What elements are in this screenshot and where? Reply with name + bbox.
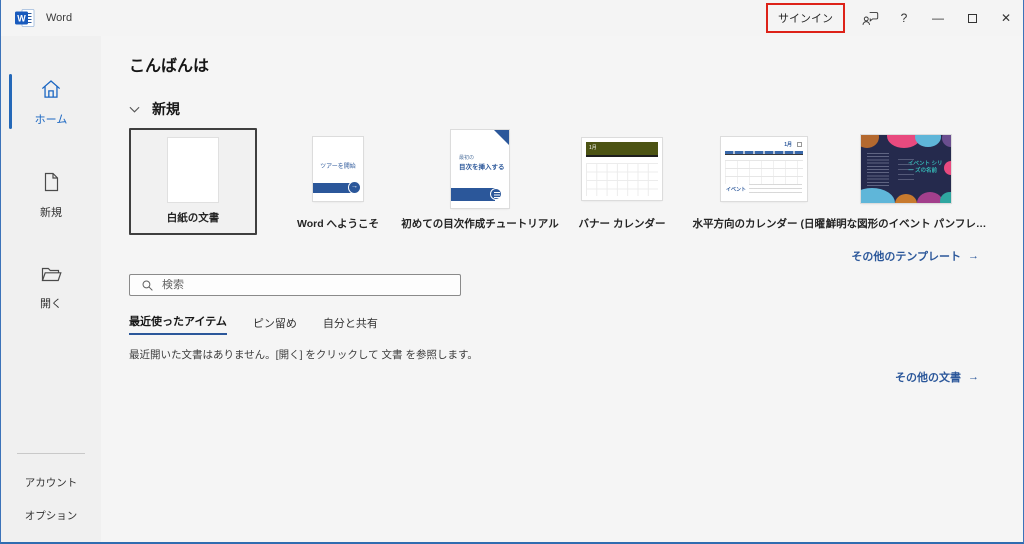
- template-label: Word へようこそ: [297, 216, 379, 231]
- search-box[interactable]: [129, 274, 461, 296]
- template-toc-tutorial[interactable]: 最初の 目次を挿入する 初めての目次作成チュートリアル: [409, 128, 551, 231]
- app-body: ホーム 新規 開く アカウント オプション: [1, 36, 1023, 542]
- more-templates-label: その他のテンプレート: [851, 248, 961, 264]
- brochure-thumbnail: イベント シリー ズの名前: [861, 135, 951, 203]
- template-label: バナー カレンダー: [579, 216, 666, 231]
- blob: [861, 135, 879, 148]
- minimize-button[interactable]: —: [921, 0, 955, 36]
- search-icon: [141, 279, 154, 292]
- more-documents-link[interactable]: その他の文書 →: [895, 369, 979, 385]
- app-title: Word: [46, 12, 72, 24]
- thumb-text: 最初の: [459, 154, 474, 161]
- event-lines: [749, 184, 802, 194]
- arrow-circle-icon: →: [348, 181, 361, 194]
- banner-calendar-thumbnail: 1月: [582, 138, 662, 200]
- word-app-icon: W: [15, 9, 35, 27]
- thumb-banner-bar: →: [313, 183, 353, 193]
- sidebar-item-open-label: 開く: [40, 295, 62, 311]
- blob: [944, 161, 951, 175]
- weekday-band: [725, 151, 803, 155]
- sidebar-item-account[interactable]: アカウント: [25, 466, 78, 499]
- blob: [942, 135, 951, 147]
- sidebar: ホーム 新規 開く アカウント オプション: [1, 36, 101, 542]
- template-event-brochure[interactable]: イベント シリー ズの名前 鮮明な図形のイベント パンフレ…: [835, 128, 977, 231]
- feedback-button[interactable]: [853, 0, 887, 36]
- signin-annotation-box: サインイン: [766, 3, 845, 33]
- maximize-button[interactable]: [955, 0, 989, 36]
- main-content: こんばんは 新規 白紙の文書 ツアーを開始: [101, 36, 1023, 542]
- more-templates-link[interactable]: その他のテンプレート →: [851, 248, 979, 264]
- more-documents-label: その他の文書: [895, 369, 961, 385]
- svg-text:W: W: [17, 14, 26, 24]
- empty-recent-message: 最近開いた文書はありません。[開く] をクリックして 文書 を参照します。: [129, 347, 979, 362]
- close-button[interactable]: ✕: [989, 0, 1023, 36]
- event-text: イベント: [726, 186, 746, 193]
- arrow-right-icon: →: [968, 250, 979, 262]
- toc-tutorial-thumbnail: 最初の 目次を挿入する: [451, 130, 509, 208]
- template-label: 水平方向のカレンダー (日曜…: [693, 216, 836, 231]
- new-document-icon: [39, 169, 63, 195]
- thumb-area: ツアーを開始 →: [313, 128, 363, 210]
- more-documents-row: その他の文書 →: [129, 369, 979, 385]
- blank-page-thumbnail: [168, 138, 218, 202]
- welcome-thumbnail: ツアーを開始 →: [313, 137, 363, 201]
- greeting-heading: こんばんは: [129, 52, 979, 76]
- template-horizontal-calendar[interactable]: 1月 イベント 水平方向のカレンダー (日曜…: [693, 128, 835, 231]
- thumb-area: イベント シリー ズの名前: [861, 128, 951, 210]
- title-bar: W Word サインイン ? — ✕: [1, 0, 1023, 36]
- thumb-text: 目次を挿入する: [459, 161, 505, 171]
- blob: [940, 192, 951, 203]
- more-templates-row: その他のテンプレート →: [129, 248, 979, 264]
- template-label: 白紙の文書: [167, 210, 220, 225]
- help-button[interactable]: ?: [887, 0, 921, 36]
- template-banner-calendar[interactable]: 1月 バナー カレンダー: [551, 128, 693, 231]
- word-start-window: W Word サインイン ? — ✕: [0, 0, 1024, 544]
- calendar-grid: [586, 163, 658, 196]
- template-welcome-to-word[interactable]: ツアーを開始 → Word へようこそ: [267, 128, 409, 231]
- template-blank-document[interactable]: 白紙の文書: [129, 128, 257, 235]
- mini-grid-icon: [797, 142, 802, 147]
- sidebar-item-home[interactable]: ホーム: [1, 64, 101, 139]
- sidebar-item-new-label: 新規: [40, 204, 62, 220]
- blob: [861, 188, 895, 203]
- search-input[interactable]: [162, 279, 460, 291]
- chevron-down-icon: [129, 106, 140, 113]
- recent-tabs: 最近使ったアイテム ピン留め 自分と共有: [129, 313, 979, 335]
- arrow-right-icon: →: [968, 371, 979, 383]
- template-label: 鮮明な図形のイベント パンフレ…: [826, 216, 987, 231]
- new-section-header[interactable]: 新規: [129, 99, 979, 119]
- signin-button[interactable]: サインイン: [778, 13, 833, 25]
- calendar-month-banner: 1月: [586, 142, 658, 157]
- list-circle-icon: [490, 188, 502, 200]
- calendar-grid: [725, 160, 803, 184]
- home-icon: [38, 76, 64, 102]
- tab-shared-with-me[interactable]: 自分と共有: [323, 315, 378, 335]
- brochure-title-text: イベント シリー ズの名前: [908, 161, 944, 176]
- blob: [915, 135, 941, 147]
- template-label: 初めての目次作成チュートリアル: [401, 216, 558, 231]
- thumb-area: 1月 イベント: [721, 128, 807, 210]
- corner-triangle: [494, 130, 509, 145]
- new-section-title: 新規: [152, 99, 180, 119]
- thumb-banner-bar: [451, 188, 495, 201]
- tab-recent[interactable]: 最近使ったアイテム: [129, 313, 227, 335]
- sidebar-footer: アカウント オプション: [1, 453, 101, 542]
- body-text-lines: [867, 153, 889, 187]
- sidebar-item-home-label: ホーム: [35, 111, 68, 127]
- maximize-icon: [968, 14, 977, 23]
- calendar-month-text: 1月: [784, 141, 792, 148]
- tab-pinned[interactable]: ピン留め: [253, 315, 297, 335]
- open-folder-icon: [38, 262, 64, 286]
- titlebar-controls: サインイン ? — ✕: [766, 0, 1023, 36]
- sidebar-item-options[interactable]: オプション: [25, 499, 78, 532]
- thumb-text: ツアーを開始: [313, 161, 363, 170]
- horizontal-calendar-thumbnail: 1月 イベント: [721, 137, 807, 201]
- thumb-area: 1月: [582, 128, 662, 210]
- template-gallery: 白紙の文書 ツアーを開始 → Word へようこそ: [129, 128, 979, 235]
- thumb-area: 最初の 目次を挿入する: [451, 128, 509, 210]
- sidebar-divider: [17, 453, 85, 454]
- sidebar-item-open[interactable]: 開く: [1, 250, 101, 323]
- blob: [895, 194, 917, 203]
- sidebar-item-new[interactable]: 新規: [1, 157, 101, 232]
